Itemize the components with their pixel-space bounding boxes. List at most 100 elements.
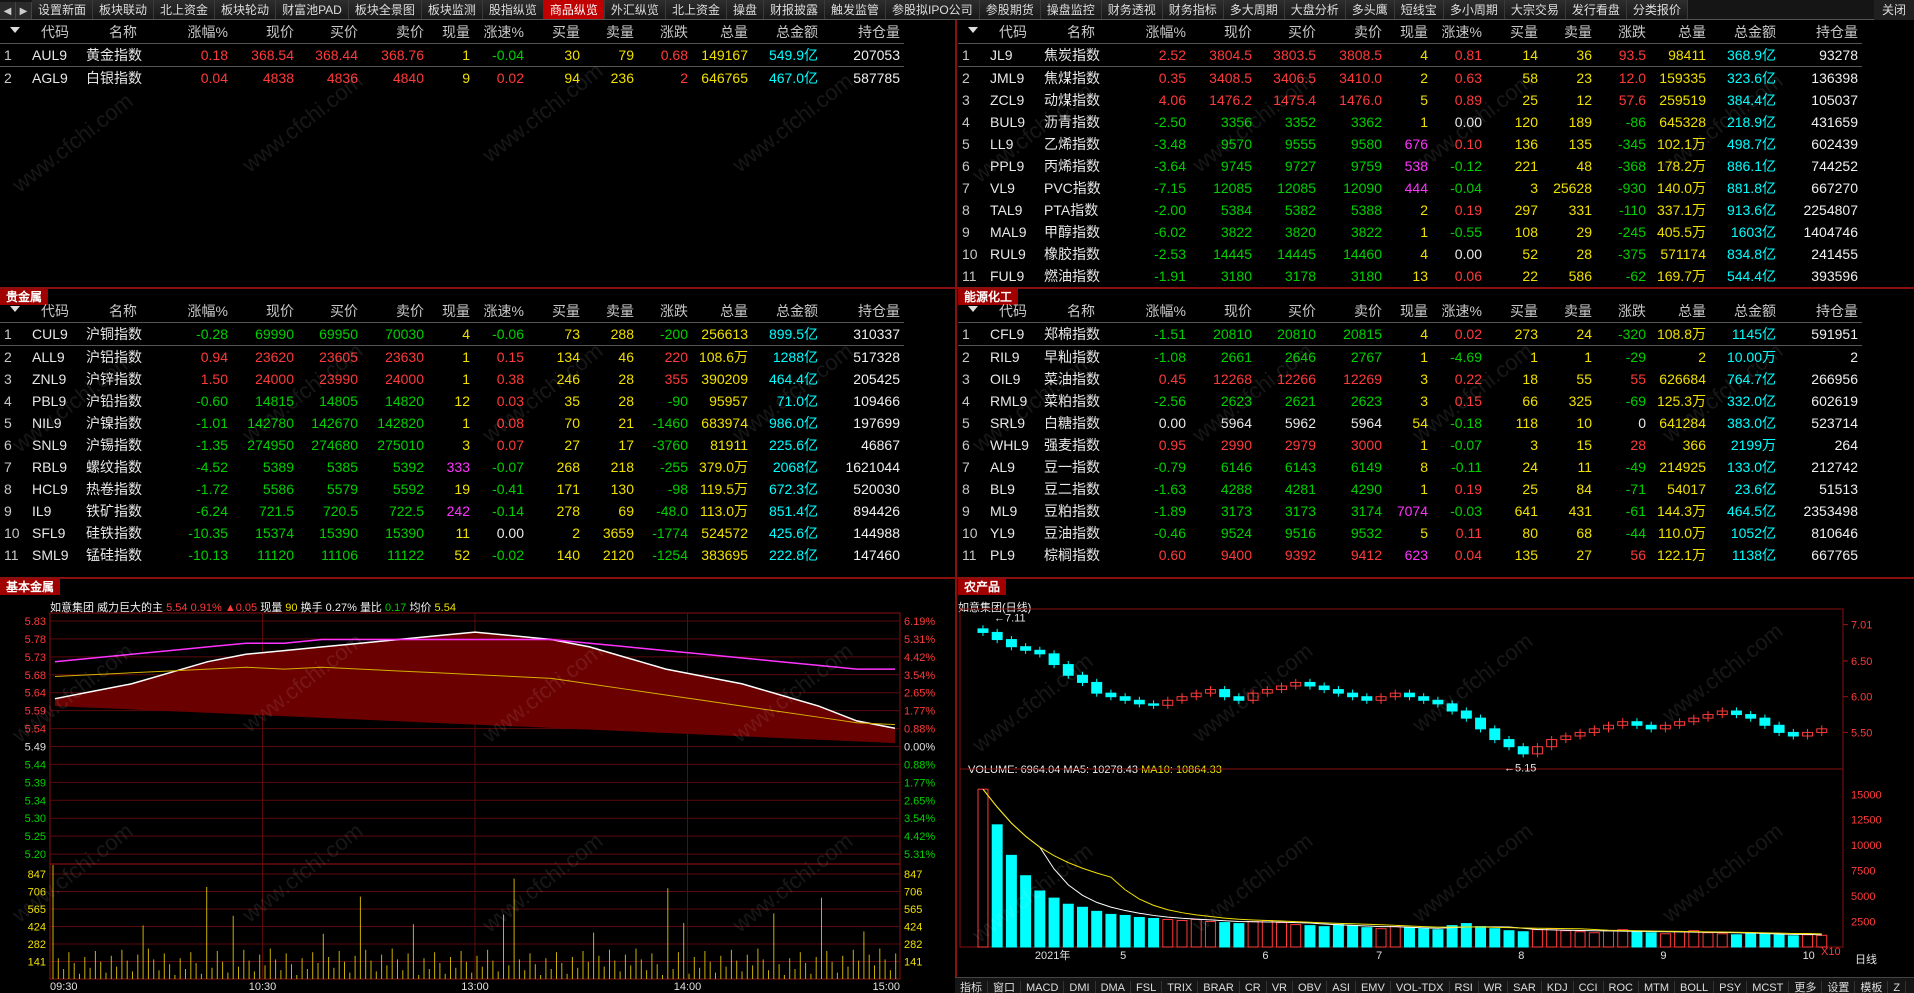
col-header-name[interactable]: 名称 [1040,300,1122,323]
table-row[interactable]: 5 SRL9 白糖指数 0.00 5964 5962 5964 54 -0.18 118 10 0 64… [958,412,1862,434]
top-tab-14[interactable]: 参股拟IPO公司 [886,0,980,19]
table-row[interactable]: 11 SML9 锰硅指数 -10.13 11120 11106 11122 52 -0.02 14… [0,544,904,566]
table-row[interactable]: 9 ML9 豆粕指数 -1.89 3173 3173 3174 7074 -0.03 641 431… [958,500,1862,522]
top-tab-25[interactable]: 发行看盘 [1565,0,1627,19]
col-header-oi[interactable]: 持仓量 [822,21,904,44]
col-header-sell_vol[interactable]: 卖量 [584,300,638,323]
col-header-price[interactable]: 现价 [232,21,298,44]
indicator-tab-10[interactable]: OBV [1293,981,1328,993]
top-tab-26[interactable]: 分类报价 [1626,0,1688,19]
indicator-tab-22[interactable]: PSY [1714,981,1748,993]
indicator-tab-4[interactable]: DMA [1096,981,1132,993]
table-row[interactable]: 1 AUL9 黄金指数 0.18 368.54 368.44 368.76 1 -0.04 30 7… [0,43,904,67]
table-row[interactable]: 2 ALL9 沪铝指数 0.94 23620 23605 23630 1 0.15 134 46 22… [0,346,904,369]
col-header-total_vol[interactable]: 总量 [1650,300,1710,323]
col-header-speed[interactable]: 涨速% [474,300,528,323]
table-row[interactable]: 10 RUL9 橡胶指数 -2.53 14445 14445 14460 4 0.00 52 28 -… [958,243,1862,265]
col-header-buy_vol[interactable]: 买量 [1486,21,1542,44]
col-header-total_vol[interactable]: 总量 [692,21,752,44]
table-row[interactable]: 3 ZCL9 动煤指数 4.06 1476.2 1475.4 1476.0 5 0.89 25 12… [958,89,1862,111]
top-tab-24[interactable]: 大宗交易 [1504,0,1566,19]
col-header-ask[interactable]: 卖价 [1320,21,1386,44]
sort-arrow-icon[interactable] [10,306,20,312]
top-tab-5[interactable]: 板块全景图 [348,0,422,19]
top-tab-16[interactable]: 操盘监控 [1040,0,1102,19]
indicator-tab-1[interactable]: 窗口 [988,981,1021,993]
sort-arrow-icon[interactable] [968,27,978,33]
sort-arrow-icon[interactable] [10,27,20,33]
indicator-tab-23[interactable]: MCST [1747,981,1790,993]
close-button[interactable]: 关闭 [1873,0,1914,20]
col-header-bid[interactable]: 买价 [298,21,362,44]
col-header-chg_pct[interactable]: 涨幅% [164,300,232,323]
indicator-tab-0[interactable]: 指标 [955,981,988,993]
col-header-amount[interactable]: 总金额 [1710,300,1780,323]
table-row[interactable]: 6 WHL9 强麦指数 0.95 2990 2979 3000 1 -0.07 3 15 28 366 2… [958,434,1862,456]
indicator-tab-9[interactable]: VR [1267,981,1293,993]
table-row[interactable]: 8 BL9 豆二指数 -1.63 4288 4281 4290 1 0.19 25 84 -71 540… [958,478,1862,500]
indicator-tab-14[interactable]: RSI [1450,981,1479,993]
col-header-speed[interactable]: 涨速% [474,21,528,44]
col-header-chg[interactable]: 涨跌 [1596,21,1650,44]
indicator-tab-7[interactable]: BRAR [1198,981,1240,993]
sort-arrow-icon[interactable] [968,306,978,312]
top-tab-13[interactable]: 触发监管 [824,0,886,19]
indicator-tab-13[interactable]: VOL-TDX [1391,981,1450,993]
table-row[interactable]: 5 LL9 乙烯指数 -3.48 9570 9555 9580 676 0.10 136 135 -3… [958,133,1862,155]
col-header-price[interactable]: 现价 [1190,300,1256,323]
table-row[interactable]: 1 JL9 焦炭指数 2.52 3804.5 3803.5 3808.5 4 0.81 14 36 9… [958,43,1862,67]
col-header-chg_pct[interactable]: 涨幅% [1122,300,1190,323]
col-header-sell_vol[interactable]: 卖量 [584,21,638,44]
table-row[interactable]: 8 TAL9 PTA指数 -2.00 5384 5382 5388 2 0.19 297 331 -1… [958,199,1862,221]
col-header-chg[interactable]: 涨跌 [638,300,692,323]
indicator-tab-21[interactable]: BOLL [1675,981,1715,993]
col-header-buy_vol[interactable]: 买量 [528,300,584,323]
col-header-amount[interactable]: 总金额 [752,21,822,44]
col-header-price[interactable]: 现价 [1190,21,1256,44]
top-tab-8[interactable]: 商品纵览 [543,0,605,19]
top-tab-15[interactable]: 参股期货 [979,0,1041,19]
table-row[interactable]: 2 RIL9 早籼指数 -1.08 2661 2646 2767 1 -4.69 1 1 -29 2 10… [958,346,1862,369]
table-row[interactable]: 2 JML9 焦煤指数 0.35 3408.5 3406.5 3410.0 2 0.63 58 23… [958,67,1862,90]
top-tab-1[interactable]: 板块联动 [93,0,155,19]
top-tab-19[interactable]: 多大周期 [1223,0,1285,19]
top-tab-17[interactable]: 财务透视 [1101,0,1163,19]
col-header-chg[interactable]: 涨跌 [638,21,692,44]
table-row[interactable]: 10 SFL9 硅铁指数 -10.35 15374 15390 15390 11 0.00 2 36… [0,522,904,544]
table-row[interactable]: 7 RBL9 螺纹指数 -4.52 5389 5385 5392 333 -0.07 268 218… [0,456,904,478]
col-header-ask[interactable]: 卖价 [1320,300,1386,323]
top-tab-21[interactable]: 多头鹰 [1345,0,1395,19]
col-header-ask[interactable]: 卖价 [362,300,428,323]
col-header-vol_now[interactable]: 现量 [1386,21,1432,44]
col-header-bid[interactable]: 买价 [1256,300,1320,323]
table-row[interactable]: 11 FUL9 燃油指数 -1.91 3180 3178 3180 13 0.06 22 586 -6… [958,265,1862,287]
table-row[interactable]: 3 OIL9 菜油指数 0.45 12268 12266 12269 3 0.22 18 55 55 6… [958,368,1862,390]
indicator-tab-3[interactable]: DMI [1064,981,1096,993]
col-header-bid[interactable]: 买价 [1256,21,1320,44]
top-tab-20[interactable]: 大盘分析 [1284,0,1346,19]
table-row[interactable]: 5 NIL9 沪镍指数 -1.01 142780 142670 142820 1 0.08 70 2… [0,412,904,434]
table-row[interactable]: 3 ZNL9 沪锌指数 1.50 24000 23990 24000 1 0.38 246 28 35… [0,368,904,390]
table-row[interactable]: 7 AL9 豆一指数 -0.79 6146 6143 6149 8 -0.11 24 11 -49 21… [958,456,1862,478]
col-header-vol_now[interactable]: 现量 [428,21,474,44]
col-header-amount[interactable]: 总金额 [1710,21,1780,44]
table-row[interactable]: 8 HCL9 热卷指数 -1.72 5586 5579 5592 19 -0.41 171 130 -… [0,478,904,500]
col-header-total_vol[interactable]: 总量 [692,300,752,323]
col-header-sell_vol[interactable]: 卖量 [1542,300,1596,323]
table-row[interactable]: 4 BUL9 沥青指数 -2.50 3356 3352 3362 1 0.00 120 189 -86… [958,111,1862,133]
top-tab-3[interactable]: 板块轮动 [215,0,277,19]
top-tab-0[interactable]: 设置新面 [32,0,94,19]
table-row[interactable]: 10 YL9 豆油指数 -0.46 9524 9516 9532 5 0.11 80 68 -44 11… [958,522,1862,544]
indicator-tab-8[interactable]: CR [1240,981,1267,993]
table-row[interactable]: 9 IL9 铁矿指数 -6.24 721.5 720.5 722.5 242 -0.14 278 6… [0,500,904,522]
col-header-speed[interactable]: 涨速% [1432,300,1486,323]
col-header-amount[interactable]: 总金额 [752,300,822,323]
indicator-tab-25[interactable]: 设置 [1822,981,1856,993]
tab-prev-icon[interactable]: ◀ [0,2,16,19]
top-tab-11[interactable]: 操盘 [726,0,764,19]
col-header-code[interactable]: 代码 [28,300,82,323]
top-tab-2[interactable]: 北上资金 [154,0,216,19]
indicator-tab-11[interactable]: ASI [1327,981,1356,993]
col-header-code[interactable]: 代码 [28,21,82,44]
col-header-total_vol[interactable]: 总量 [1650,21,1710,44]
